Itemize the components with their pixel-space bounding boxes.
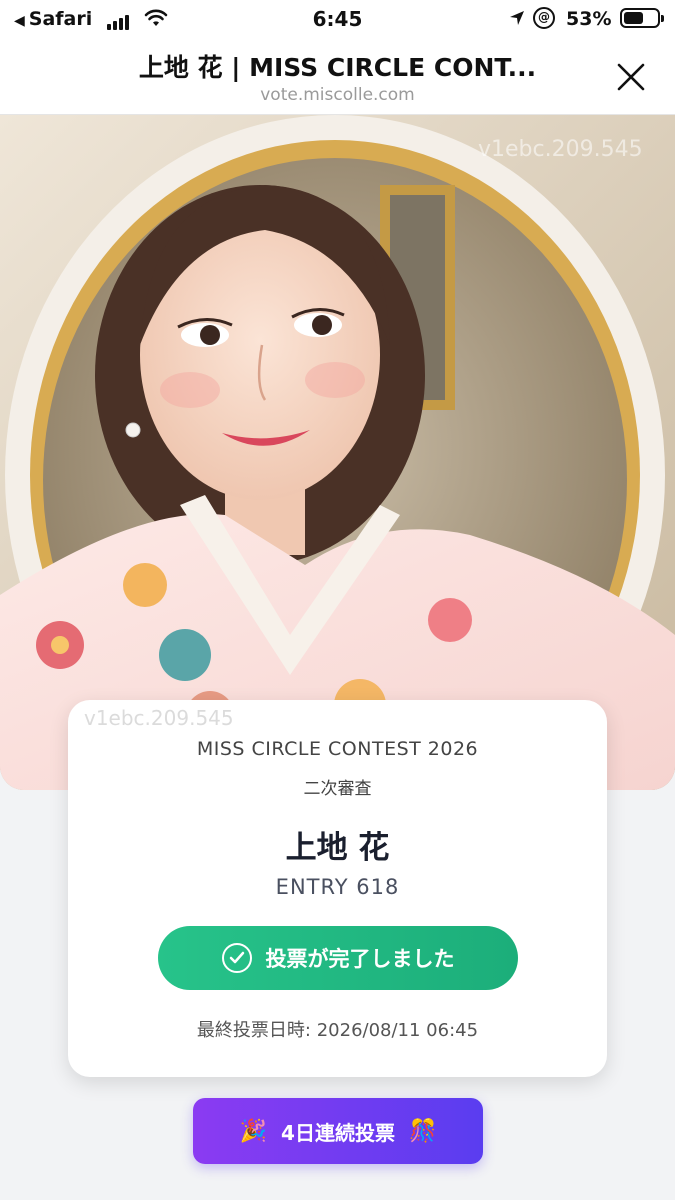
location-arrow-icon <box>510 11 524 25</box>
browser-header: 上地 花 | MISS CIRCLE CONT... vote.miscolle… <box>0 38 675 115</box>
card-watermark: v1ebc.209.545 <box>84 706 234 730</box>
close-icon[interactable] <box>612 58 650 96</box>
entrant-card: v1ebc.209.545 MISS CIRCLE CONTEST 2026 二… <box>68 700 607 1077</box>
entry-number: ENTRY 618 <box>275 875 400 899</box>
status-bar: ◀ Safari 6:45 @ 53% <box>0 0 675 38</box>
image-watermark: v1ebc.209.545 <box>478 137 643 162</box>
consecutive-vote-badge[interactable]: 🎉 4日連続投票 🎊 <box>193 1098 483 1164</box>
vote-complete-button[interactable]: 投票が完了しました <box>158 926 518 990</box>
battery-icon <box>620 8 664 28</box>
streak-label: 4日連続投票 <box>281 1120 395 1145</box>
battery-percent: 53% <box>566 8 612 30</box>
check-circle-icon <box>221 943 252 973</box>
contest-name: MISS CIRCLE CONTEST 2026 <box>196 738 479 760</box>
entrant-photo-illustration <box>0 115 675 790</box>
contest-stage: 二次審査 <box>303 779 372 799</box>
page-title: 上地 花 | MISS CIRCLE CONT... <box>138 53 537 82</box>
entrant-name: 上地 花 <box>285 830 390 866</box>
vote-complete-label: 投票が完了しました <box>265 947 455 971</box>
confetti-ball-icon: 🎊 <box>408 1118 437 1144</box>
entrant-photo: v1ebc.209.545 <box>0 115 675 790</box>
orientation-lock-icon: @ <box>533 7 555 29</box>
page-url: vote.miscolle.com <box>260 85 415 105</box>
last-vote-time: 最終投票日時: 2026/08/11 06:45 <box>196 1020 479 1041</box>
party-popper-icon: 🎉 <box>239 1118 268 1144</box>
